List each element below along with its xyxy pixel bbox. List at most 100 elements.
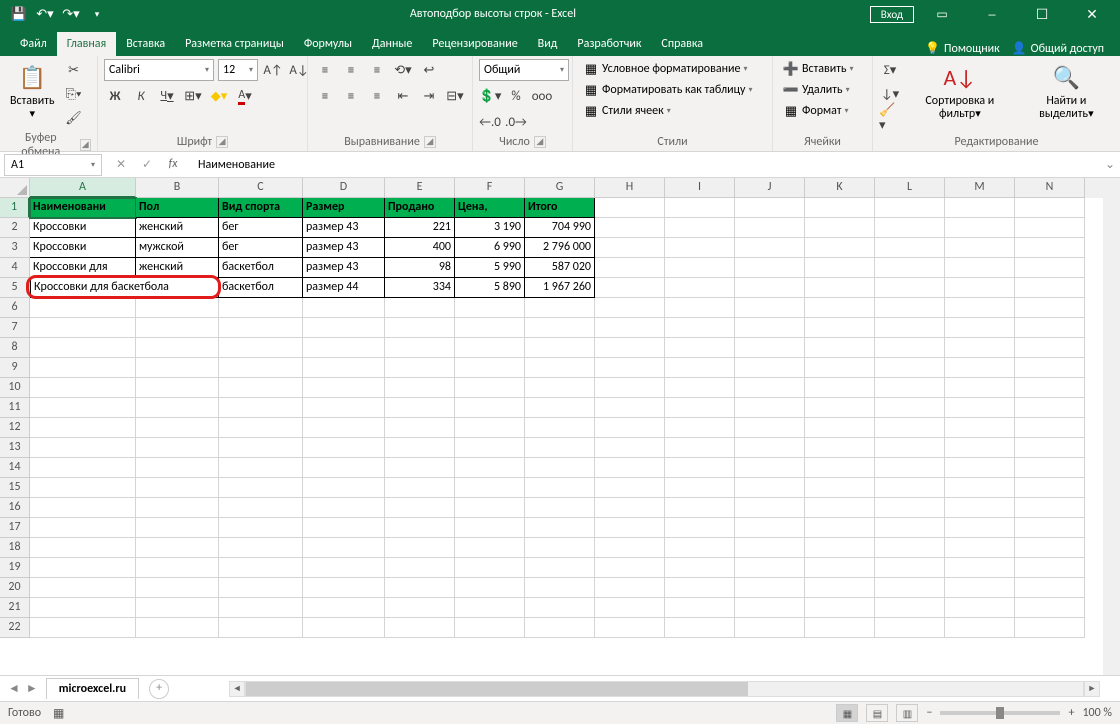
undo-icon[interactable]: ↶▾ xyxy=(34,3,56,25)
cell-B22[interactable] xyxy=(136,618,219,638)
tab-home[interactable]: Главная xyxy=(57,32,116,56)
cell-D5[interactable]: размер 44 xyxy=(303,278,385,298)
align-bottom-icon[interactable]: ≡ xyxy=(366,59,388,81)
cell-F8[interactable] xyxy=(455,338,525,358)
cell-C2[interactable]: бег xyxy=(219,218,303,238)
cell-H19[interactable] xyxy=(595,558,665,578)
cell-C21[interactable] xyxy=(219,598,303,618)
cell-L6[interactable] xyxy=(875,298,945,318)
row-header-21[interactable]: 21 xyxy=(0,598,30,618)
column-header-A[interactable]: A xyxy=(30,178,136,198)
login-button[interactable]: Вход xyxy=(870,6,914,23)
cell-B1[interactable]: Пол xyxy=(136,198,219,218)
cell-K5[interactable] xyxy=(805,278,875,298)
cell-B15[interactable] xyxy=(136,478,219,498)
column-header-E[interactable]: E xyxy=(385,178,455,198)
cell-M19[interactable] xyxy=(945,558,1015,578)
cell-B13[interactable] xyxy=(136,438,219,458)
cell-I12[interactable] xyxy=(665,418,735,438)
cell-G16[interactable] xyxy=(525,498,595,518)
sheet-tab[interactable]: microexcel.ru xyxy=(46,678,139,699)
cell-K17[interactable] xyxy=(805,518,875,538)
cell-M2[interactable] xyxy=(945,218,1015,238)
cell-C20[interactable] xyxy=(219,578,303,598)
cell-I15[interactable] xyxy=(665,478,735,498)
cell-L22[interactable] xyxy=(875,618,945,638)
cell-F20[interactable] xyxy=(455,578,525,598)
paste-button[interactable]: 📋 Вставить▾ xyxy=(6,59,59,122)
cell-L16[interactable] xyxy=(875,498,945,518)
row-header-4[interactable]: 4 xyxy=(0,258,30,278)
cell-I5[interactable] xyxy=(665,278,735,298)
cell-B17[interactable] xyxy=(136,518,219,538)
cell-C13[interactable] xyxy=(219,438,303,458)
cell-I13[interactable] xyxy=(665,438,735,458)
increase-decimal-icon[interactable]: ←.0 xyxy=(479,111,501,133)
tab-data[interactable]: Данные xyxy=(362,32,422,56)
close-button[interactable]: ✕ xyxy=(1070,0,1114,28)
cell-A19[interactable] xyxy=(30,558,136,578)
cell-H16[interactable] xyxy=(595,498,665,518)
cell-M3[interactable] xyxy=(945,238,1015,258)
cell-L8[interactable] xyxy=(875,338,945,358)
format-as-table-button[interactable]: ▦Форматировать как таблицу▾ xyxy=(579,80,757,100)
cell-D12[interactable] xyxy=(303,418,385,438)
cell-N13[interactable] xyxy=(1015,438,1085,458)
cell-J8[interactable] xyxy=(735,338,805,358)
bold-button[interactable]: Ж xyxy=(104,85,126,107)
cell-M21[interactable] xyxy=(945,598,1015,618)
cell-N20[interactable] xyxy=(1015,578,1085,598)
cell-F22[interactable] xyxy=(455,618,525,638)
hscroll-right-icon[interactable]: ► xyxy=(1084,681,1100,697)
cell-L17[interactable] xyxy=(875,518,945,538)
cell-L9[interactable] xyxy=(875,358,945,378)
orientation-icon[interactable]: ⟲▾ xyxy=(392,59,414,81)
cell-J2[interactable] xyxy=(735,218,805,238)
cell-J21[interactable] xyxy=(735,598,805,618)
cell-G6[interactable] xyxy=(525,298,595,318)
cell-M15[interactable] xyxy=(945,478,1015,498)
column-header-B[interactable]: B xyxy=(136,178,219,198)
cell-J3[interactable] xyxy=(735,238,805,258)
decrease-font-icon[interactable]: A↓ xyxy=(288,59,310,81)
cell-F1[interactable]: Цена, xyxy=(455,198,525,218)
cell-N5[interactable] xyxy=(1015,278,1085,298)
merge-icon[interactable]: ⊟▾ xyxy=(444,85,466,107)
row-header-3[interactable]: 3 xyxy=(0,238,30,258)
cell-B16[interactable] xyxy=(136,498,219,518)
cell-E8[interactable] xyxy=(385,338,455,358)
accounting-icon[interactable]: 💲▾ xyxy=(479,85,501,107)
cell-A20[interactable] xyxy=(30,578,136,598)
tab-help[interactable]: Справка xyxy=(651,32,713,56)
cell-A8[interactable] xyxy=(30,338,136,358)
cell-I21[interactable] xyxy=(665,598,735,618)
cell-N10[interactable] xyxy=(1015,378,1085,398)
cell-J9[interactable] xyxy=(735,358,805,378)
column-header-N[interactable]: N xyxy=(1015,178,1085,198)
normal-view-icon[interactable]: ▦ xyxy=(836,704,858,722)
cell-B9[interactable] xyxy=(136,358,219,378)
sheet-nav-prev-icon[interactable]: ◄ xyxy=(8,681,20,696)
cell-L19[interactable] xyxy=(875,558,945,578)
cell-C8[interactable] xyxy=(219,338,303,358)
row-header-8[interactable]: 8 xyxy=(0,338,30,358)
cell-G1[interactable]: Итого xyxy=(525,198,595,218)
comma-icon[interactable]: ooo xyxy=(531,85,553,107)
cell-C9[interactable] xyxy=(219,358,303,378)
cell-L7[interactable] xyxy=(875,318,945,338)
zoom-level[interactable]: 100 % xyxy=(1082,706,1112,720)
cell-I18[interactable] xyxy=(665,538,735,558)
cell-K9[interactable] xyxy=(805,358,875,378)
hscroll-left-icon[interactable]: ◄ xyxy=(229,681,245,697)
cell-F10[interactable] xyxy=(455,378,525,398)
cell-L3[interactable] xyxy=(875,238,945,258)
cell-K21[interactable] xyxy=(805,598,875,618)
cell-H14[interactable] xyxy=(595,458,665,478)
cell-G20[interactable] xyxy=(525,578,595,598)
cell-B10[interactable] xyxy=(136,378,219,398)
cell-J12[interactable] xyxy=(735,418,805,438)
cell-E20[interactable] xyxy=(385,578,455,598)
cancel-formula-icon[interactable]: ✕ xyxy=(112,157,130,172)
cell-E22[interactable] xyxy=(385,618,455,638)
cell-C7[interactable] xyxy=(219,318,303,338)
